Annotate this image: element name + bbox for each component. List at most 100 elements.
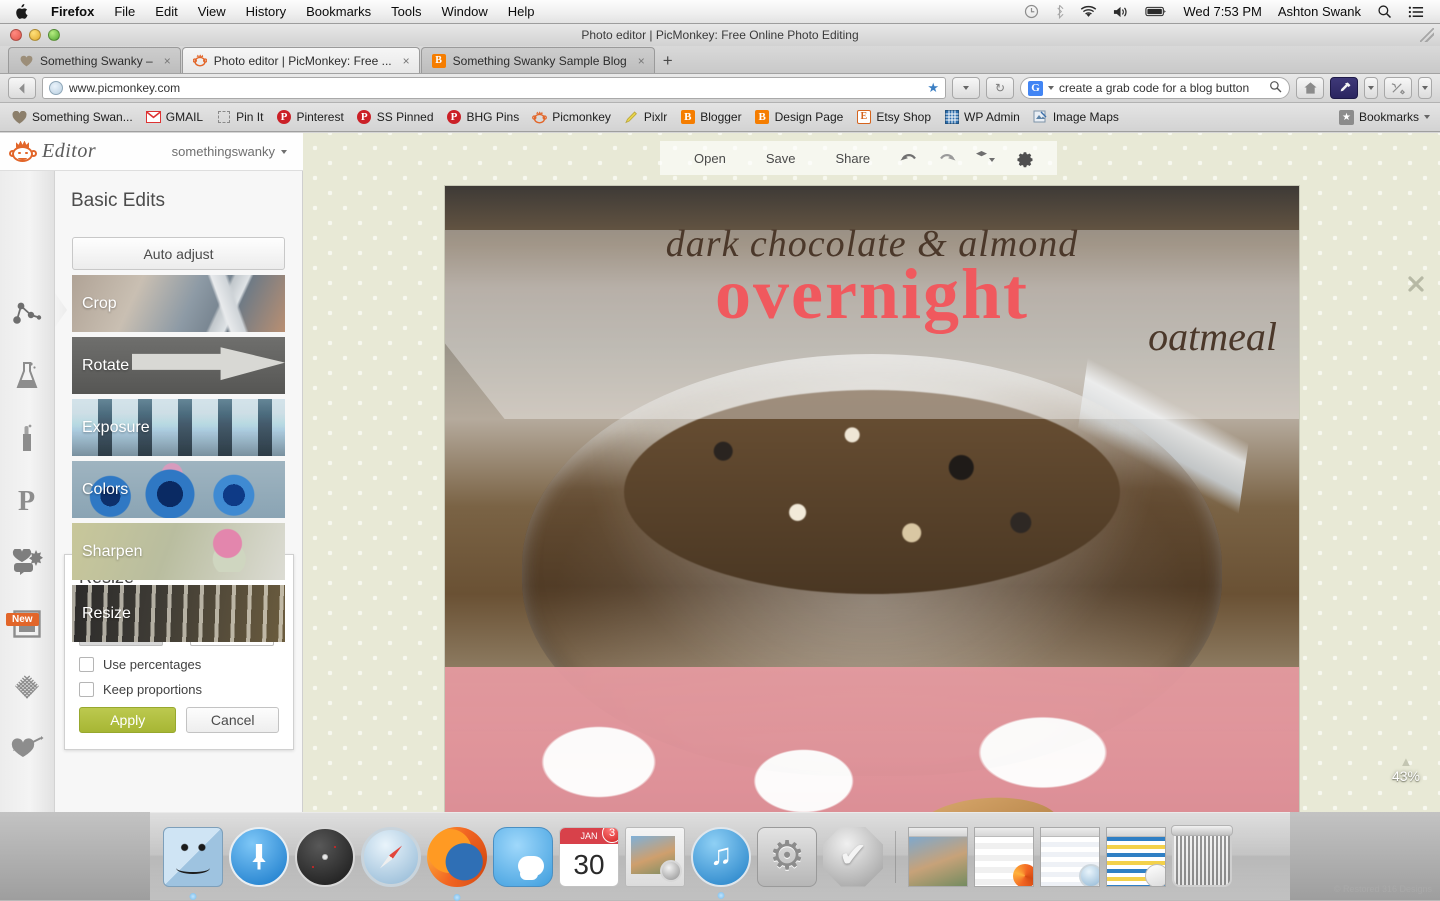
url-input[interactable]: www.picmonkey.com ★ [42, 77, 946, 99]
use-percentages-checkbox[interactable] [79, 657, 94, 672]
redo-icon[interactable] [928, 150, 966, 166]
dock-item-checkmark-app[interactable] [823, 827, 883, 887]
zoom-indicator[interactable]: ▲ 43% [1392, 755, 1420, 784]
bookmark-pinterest[interactable]: P Pinterest [270, 108, 349, 127]
bookmark-picmonkey[interactable]: Picmonkey [526, 108, 617, 127]
bookmark-etsy-shop[interactable]: E Etsy Shop [850, 108, 937, 127]
bookmark-dropdown-icon[interactable] [952, 77, 980, 99]
dock-item-dashboard[interactable] [295, 827, 355, 887]
tab-picmonkey[interactable]: Photo editor | PicMonkey: Free ... × [182, 47, 420, 73]
menu-username[interactable]: Ashton Swank [1270, 4, 1369, 19]
spotlight-search-icon[interactable] [1369, 4, 1400, 19]
search-input[interactable]: G create a grab code for a blog button [1020, 77, 1290, 99]
dock-item-minimized-photo-window[interactable] [908, 827, 968, 887]
tab-sample-blog[interactable]: B Something Swanky Sample Blog × [421, 47, 655, 73]
menu-item-window[interactable]: Window [432, 4, 498, 19]
save-button[interactable]: Save [746, 151, 816, 166]
home-icon[interactable] [1296, 77, 1324, 99]
bookmark-design-page[interactable]: B Design Page [749, 108, 850, 127]
eyedropper-icon[interactable] [1330, 77, 1358, 99]
share-button[interactable]: Share [815, 151, 890, 166]
new-tab-button[interactable]: + [656, 49, 680, 73]
dock-item-finder[interactable] [163, 827, 223, 887]
layers-download-icon[interactable] [966, 150, 1006, 167]
bookmark-ss-pinned[interactable]: P SS Pinned [351, 108, 440, 127]
panel-item-rotate[interactable]: Rotate [72, 337, 285, 394]
menu-item-firefox[interactable]: Firefox [41, 4, 104, 19]
chevron-down-icon[interactable] [1424, 115, 1430, 119]
wifi-icon[interactable] [1072, 5, 1105, 19]
tab-something-swanky[interactable]: Something Swanky – × [8, 47, 181, 73]
keep-proportions-checkbox[interactable] [79, 682, 94, 697]
dock-item-minimized-mail-window[interactable] [974, 827, 1034, 887]
sidebar-item-overlays[interactable] [10, 547, 44, 577]
menu-item-history[interactable]: History [236, 4, 296, 19]
menu-clock[interactable]: Wed 7:53 PM [1175, 4, 1270, 19]
google-icon[interactable]: G [1028, 81, 1043, 96]
sidebar-item-themes[interactable] [10, 733, 44, 763]
window-resize-grip[interactable] [1420, 28, 1434, 42]
bookmark-pixlr[interactable]: Pixlr [618, 108, 673, 127]
bookmarks-overflow[interactable]: ★ Bookmarks [1339, 110, 1434, 125]
sidebar-item-basic-edits[interactable] [10, 299, 44, 329]
battery-icon[interactable] [1137, 5, 1175, 18]
back-arrow-icon[interactable] [8, 77, 36, 99]
bookmark-gmail[interactable]: GMAIL [140, 108, 209, 127]
reload-icon[interactable]: ↻ [986, 77, 1014, 99]
edited-photo[interactable]: dark chocolate & almond overnight oatmea… [444, 185, 1300, 812]
keep-proportions-row[interactable]: Keep proportions [79, 682, 279, 697]
dock-item-minimized-blue-window[interactable] [1106, 827, 1166, 887]
panel-item-sharpen[interactable]: Sharpen [72, 523, 285, 580]
bookmark-image-maps[interactable]: Image Maps [1027, 108, 1125, 127]
bookmark-something-swanky[interactable]: Something Swan... [6, 108, 139, 127]
panel-item-resize[interactable]: Resize [72, 585, 285, 642]
dock-item-minimized-doc-window[interactable] [1040, 827, 1100, 887]
menu-item-edit[interactable]: Edit [145, 4, 187, 19]
sidebar-item-touch-up[interactable] [10, 423, 44, 453]
open-button[interactable]: Open [674, 151, 746, 166]
bluetooth-icon[interactable] [1047, 4, 1072, 19]
dock-item-calendar[interactable]: JAN 30 3 [559, 827, 619, 887]
close-icon[interactable]: × [403, 54, 410, 68]
cancel-button[interactable]: Cancel [186, 707, 279, 733]
editor-logo[interactable]: Editor [0, 140, 96, 163]
sidebar-item-textures[interactable] [10, 671, 44, 701]
eyedropper-dropdown-icon[interactable] [1364, 77, 1378, 99]
panel-item-exposure[interactable]: Exposure [72, 399, 285, 456]
dock-item-iphoto[interactable] [625, 827, 685, 887]
gear-icon[interactable] [1006, 149, 1043, 168]
chevron-down-icon[interactable] [1048, 86, 1054, 90]
volume-icon[interactable] [1105, 5, 1137, 19]
menu-item-bookmarks[interactable]: Bookmarks [296, 4, 381, 19]
menu-item-view[interactable]: View [188, 4, 236, 19]
close-icon[interactable]: × [164, 54, 171, 68]
account-menu[interactable]: somethingswanky [172, 144, 303, 159]
dock-item-system-preferences[interactable] [757, 827, 817, 887]
tools-icon[interactable] [1384, 77, 1412, 99]
menu-item-tools[interactable]: Tools [381, 4, 431, 19]
panel-item-colors[interactable]: Colors [72, 461, 285, 518]
menu-item-file[interactable]: File [104, 4, 145, 19]
close-x-icon[interactable] [1406, 274, 1426, 299]
auto-adjust-button[interactable]: Auto adjust [72, 237, 285, 270]
panel-item-crop[interactable]: Crop [72, 275, 285, 332]
sidebar-item-effects[interactable] [10, 361, 44, 391]
star-icon[interactable]: ★ [927, 80, 939, 96]
dock-item-app-store[interactable] [229, 827, 289, 887]
dock-item-itunes[interactable] [691, 827, 751, 887]
close-icon[interactable]: × [638, 54, 645, 68]
apple-icon[interactable] [0, 4, 41, 20]
dock-item-trash[interactable] [1172, 827, 1232, 887]
bookmark-wp-admin[interactable]: WP Admin [938, 108, 1026, 127]
magnifier-icon[interactable] [1269, 80, 1282, 96]
apply-button[interactable]: Apply [79, 707, 176, 733]
menu-item-help[interactable]: Help [498, 4, 545, 19]
bookmark-bhg-pins[interactable]: P BHG Pins [441, 108, 526, 127]
undo-icon[interactable] [890, 150, 928, 166]
dock-item-safari[interactable] [361, 827, 421, 887]
dock-item-messages[interactable] [493, 827, 553, 887]
time-machine-icon[interactable] [1016, 4, 1047, 19]
tools-dropdown-icon[interactable] [1418, 77, 1432, 99]
sidebar-item-text[interactable]: P [10, 485, 44, 515]
notification-center-icon[interactable] [1400, 5, 1432, 19]
